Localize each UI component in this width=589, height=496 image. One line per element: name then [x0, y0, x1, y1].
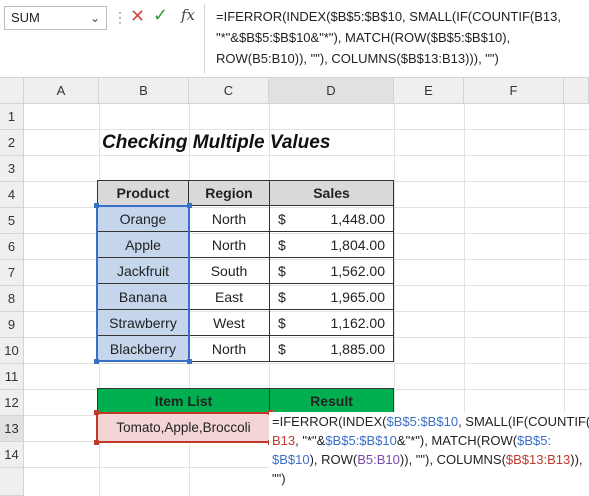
header-product[interactable]: Product — [97, 180, 189, 206]
column-header-g-partial[interactable] — [564, 78, 589, 104]
row-header-5[interactable]: 5 — [0, 208, 24, 234]
formula-line-3: ROW(B5:B10)), ""), COLUMNS($B$13:B13))),… — [216, 51, 499, 66]
row-header-14[interactable]: 14 — [0, 442, 24, 468]
range-handle[interactable] — [94, 359, 99, 364]
region-cell[interactable]: North — [188, 205, 270, 232]
row-header-12[interactable]: 12 — [0, 390, 24, 416]
gridline — [24, 363, 589, 364]
range-highlight-red — [96, 412, 271, 443]
header-sales[interactable]: Sales — [269, 180, 394, 206]
column-header-d[interactable]: D — [269, 78, 394, 104]
cancel-icon[interactable]: ✕ — [130, 6, 145, 27]
region-cell[interactable]: North — [188, 231, 270, 258]
column-header-f[interactable]: F — [464, 78, 564, 104]
cell-formula-line-4: "") — [272, 471, 286, 486]
row-header-3[interactable]: 3 — [0, 156, 24, 182]
name-box-value: SUM — [11, 10, 40, 25]
row-header-11[interactable]: 11 — [0, 364, 24, 390]
select-all-corner[interactable] — [0, 78, 24, 104]
column-header-a[interactable]: A — [24, 78, 99, 104]
row-header-9[interactable]: 9 — [0, 312, 24, 338]
range-handle[interactable] — [187, 359, 192, 364]
chevron-down-icon[interactable]: ⌄ — [90, 7, 100, 29]
sales-value: 1,448.00 — [330, 211, 386, 227]
range-handle[interactable] — [187, 203, 192, 208]
row-header-2[interactable]: 2 — [0, 130, 24, 156]
cell-formula-line-2: B13, "*"&$B$5:$B$10&"*"), MATCH(ROW($B$5… — [272, 433, 552, 448]
currency-symbol: $ — [278, 341, 286, 357]
sales-value: 1,885.00 — [330, 341, 386, 357]
currency-symbol: $ — [278, 263, 286, 279]
formula-line-2: "*"&$B$5:$B$10&"*"), MATCH(ROW($B$5:$B$1… — [216, 30, 511, 45]
header-result[interactable]: Result — [269, 388, 394, 414]
more-options-icon: ⋮ — [113, 9, 127, 25]
active-cell-editor[interactable]: =IFERROR(INDEX($B$5:$B$10, SMALL(IF(COUN… — [269, 412, 589, 496]
column-header-e[interactable]: E — [394, 78, 464, 104]
sales-value: 1,804.00 — [330, 237, 386, 253]
row-header-1[interactable]: 1 — [0, 104, 24, 130]
header-region[interactable]: Region — [188, 180, 270, 206]
cell-formula-line-1: =IFERROR(INDEX($B$5:$B$10, SMALL(IF(COUN… — [272, 414, 589, 429]
range-handle[interactable] — [94, 203, 99, 208]
sales-cell[interactable]: $1,448.00 — [269, 205, 394, 232]
column-header-b[interactable]: B — [99, 78, 189, 104]
formula-bar: SUM ⌄ ⋮ ✕ ✓ fx =IFERROR(INDEX($B$5:$B$10… — [0, 0, 589, 78]
range-handle[interactable] — [94, 440, 99, 445]
currency-symbol: $ — [278, 211, 286, 227]
region-cell[interactable]: North — [188, 335, 270, 362]
currency-symbol: $ — [278, 315, 286, 331]
region-cell[interactable]: South — [188, 257, 270, 284]
currency-symbol: $ — [278, 289, 286, 305]
row-header-13[interactable]: 13 — [0, 416, 24, 442]
cell-formula-line-3: $B$10), ROW(B5:B10)), ""), COLUMNS($B$13… — [272, 452, 583, 467]
sales-cell[interactable]: $1,562.00 — [269, 257, 394, 284]
column-header-c[interactable]: C — [189, 78, 269, 104]
sales-cell[interactable]: $1,804.00 — [269, 231, 394, 258]
row-header-4[interactable]: 4 — [0, 182, 24, 208]
range-handle[interactable] — [94, 410, 99, 415]
row-header-8[interactable]: 8 — [0, 286, 24, 312]
sales-value: 1,162.00 — [330, 315, 386, 331]
sales-value: 1,562.00 — [330, 263, 386, 279]
sales-cell[interactable]: $1,162.00 — [269, 309, 394, 336]
row-header-7[interactable]: 7 — [0, 260, 24, 286]
header-item-list[interactable]: Item List — [97, 388, 270, 414]
range-highlight-blue — [96, 205, 190, 362]
sales-value: 1,965.00 — [330, 289, 386, 305]
currency-symbol: $ — [278, 237, 286, 253]
formula-input[interactable]: =IFERROR(INDEX($B$5:$B$10, SMALL(IF(COUN… — [216, 6, 586, 69]
formula-bar-divider — [204, 4, 205, 74]
region-cell[interactable]: East — [188, 283, 270, 310]
enter-check-icon[interactable]: ✓ — [153, 5, 168, 26]
row-header-15-partial[interactable] — [0, 468, 24, 496]
name-box[interactable]: SUM ⌄ — [4, 6, 107, 30]
sales-cell[interactable]: $1,885.00 — [269, 335, 394, 362]
row-header-10[interactable]: 10 — [0, 338, 24, 364]
region-cell[interactable]: West — [188, 309, 270, 336]
sheet-title[interactable]: Checking Multiple Values — [102, 130, 402, 156]
sales-cell[interactable]: $1,965.00 — [269, 283, 394, 310]
formula-line-1: =IFERROR(INDEX($B$5:$B$10, SMALL(IF(COUN… — [216, 9, 561, 24]
insert-function-icon[interactable]: fx — [181, 6, 195, 24]
row-header-6[interactable]: 6 — [0, 234, 24, 260]
